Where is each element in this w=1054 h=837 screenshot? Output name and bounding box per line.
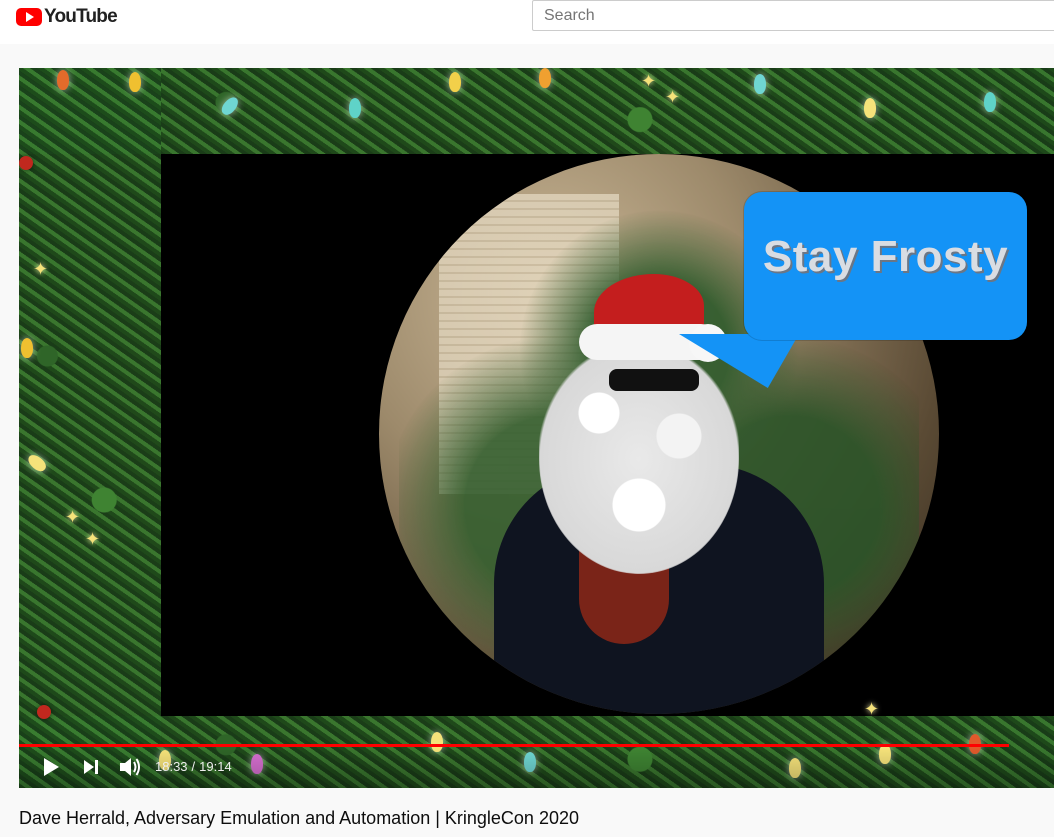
youtube-logo[interactable]: YouTube bbox=[16, 6, 118, 27]
star-icon: ✦ bbox=[641, 71, 657, 91]
light-bulb-icon bbox=[57, 70, 69, 90]
current-time: 18:33 bbox=[155, 759, 188, 774]
play-button[interactable] bbox=[39, 754, 63, 780]
holly-berry-icon bbox=[19, 156, 33, 170]
logo-text: YouTube bbox=[44, 6, 118, 27]
search-input[interactable] bbox=[532, 0, 1054, 31]
star-icon: ✦ bbox=[65, 507, 81, 527]
duration: 19:14 bbox=[199, 759, 232, 774]
light-bulb-icon bbox=[754, 74, 766, 94]
light-bulb-icon bbox=[129, 72, 141, 92]
time-separator: / bbox=[191, 759, 196, 774]
video-player[interactable]: ✦ ✦ ✦ ✦ ✦ ✦ Stay Frosty bbox=[19, 68, 1054, 788]
progress-bar[interactable] bbox=[19, 744, 1010, 747]
garland-left-decoration bbox=[19, 68, 161, 788]
video-title: Dave Herrald, Adversary Emulation and Au… bbox=[19, 808, 579, 828]
star-icon: ✦ bbox=[33, 259, 49, 279]
light-bulb-icon bbox=[21, 338, 33, 358]
play-icon bbox=[44, 758, 59, 776]
light-bulb-icon bbox=[864, 98, 876, 118]
time-display: 18:33 / 19:14 bbox=[155, 759, 232, 774]
masthead: YouTube bbox=[0, 0, 1054, 44]
volume-icon bbox=[120, 758, 140, 776]
light-bulb-icon bbox=[539, 68, 551, 88]
light-bulb-icon bbox=[984, 92, 996, 112]
speech-bubble-text: Stay Frosty bbox=[762, 232, 1009, 281]
next-button[interactable] bbox=[79, 754, 103, 780]
next-track-icon bbox=[84, 760, 98, 774]
garland-top-decoration bbox=[19, 68, 1054, 154]
star-icon: ✦ bbox=[665, 87, 681, 107]
light-bulb-icon bbox=[349, 98, 361, 118]
youtube-play-logo-icon bbox=[16, 8, 42, 26]
volume-button[interactable] bbox=[117, 754, 143, 780]
holly-berry-icon bbox=[37, 705, 51, 719]
light-bulb-icon bbox=[449, 72, 461, 92]
star-icon: ✦ bbox=[85, 529, 101, 549]
